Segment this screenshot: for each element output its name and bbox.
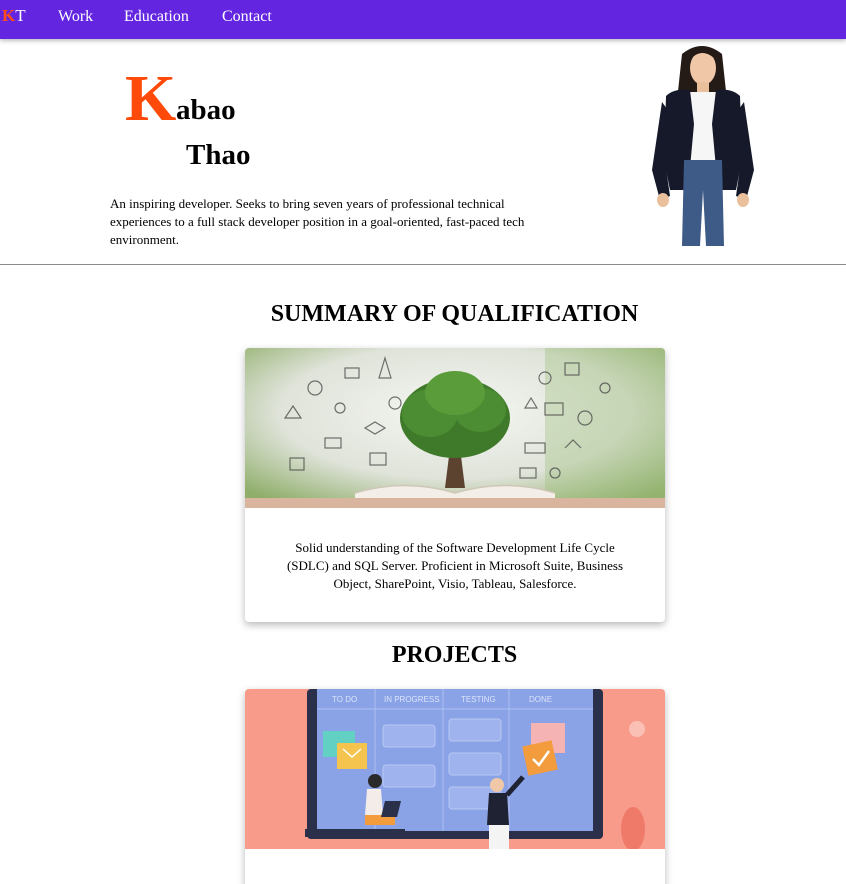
portrait-photo <box>652 46 754 246</box>
hero-divider <box>0 264 846 265</box>
nav-link-contact[interactable]: Contact <box>222 7 272 27</box>
top-navbar: KT Work Education Contact <box>0 0 846 39</box>
summary-heading: SUMMARY OF QUALIFICATION <box>270 301 639 327</box>
kanban-board-image: TO DO IN PROGRESS TESTING DONE <box>245 689 665 849</box>
logo-letter-k: K <box>2 6 16 25</box>
tree-book-image <box>245 348 665 508</box>
projects-card: TO DO IN PROGRESS TESTING DONE <box>245 689 665 884</box>
nav-link-work[interactable]: Work <box>58 7 93 27</box>
logo-letter-t: T <box>15 6 26 25</box>
board-col-progress: IN PROGRESS <box>384 695 440 704</box>
last-name: Thao <box>186 139 251 171</box>
board-col-testing: TESTING <box>461 695 496 704</box>
site-logo[interactable]: KT <box>2 6 26 26</box>
board-col-todo: TO DO <box>332 695 357 704</box>
hero-tagline: An inspiring developer. Seeks to bring s… <box>110 196 525 247</box>
summary-text: Solid understanding of the Software Deve… <box>286 540 624 591</box>
name-initial: K <box>125 62 177 135</box>
nav-link-education[interactable]: Education <box>124 7 189 27</box>
projects-heading: PROJECTS <box>391 642 518 668</box>
board-col-done: DONE <box>529 695 552 704</box>
summary-card: Solid understanding of the Software Deve… <box>245 348 665 622</box>
first-name-rest: abao <box>176 94 236 126</box>
